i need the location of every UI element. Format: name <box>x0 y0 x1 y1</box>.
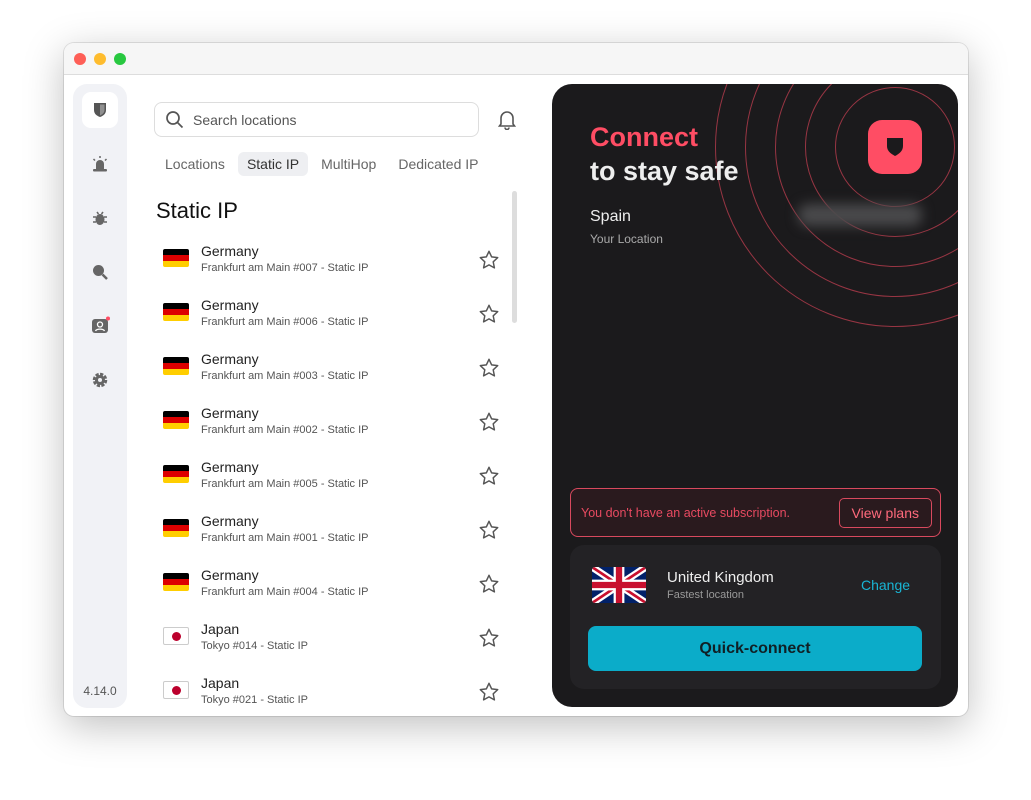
tab-dedicated-ip[interactable]: Dedicated IP <box>389 152 487 176</box>
germany-flag-icon <box>163 519 189 537</box>
list-item[interactable]: Germany Frankfurt am Main #005 - Static … <box>156 455 506 509</box>
favorite-star-icon[interactable] <box>478 411 500 438</box>
favorite-star-icon[interactable] <box>478 465 500 492</box>
server-country: United Kingdom <box>667 569 774 586</box>
favorite-star-icon[interactable] <box>478 519 500 546</box>
tab-locations[interactable]: Locations <box>156 152 234 176</box>
sidebar: 4.14.0 <box>73 84 127 708</box>
current-location-label: Your Location <box>590 232 663 246</box>
server-name: Tokyo #014 - Static IP <box>201 640 308 652</box>
germany-flag-icon <box>163 465 189 483</box>
country-name: Japan <box>201 621 240 637</box>
list-scrollbar[interactable] <box>512 191 517 323</box>
change-location-button[interactable]: Change <box>861 577 910 593</box>
server-name: Frankfurt am Main #003 - Static IP <box>201 370 369 382</box>
search-input[interactable]: Search locations <box>154 102 479 137</box>
server-subtitle: Fastest location <box>667 589 745 601</box>
title-bar <box>64 43 968 75</box>
minimize-button[interactable] <box>94 53 106 65</box>
list-item[interactable]: Germany Frankfurt am Main #007 - Static … <box>156 239 506 293</box>
uk-flag-icon <box>592 567 646 603</box>
sidebar-item-search[interactable] <box>82 254 118 290</box>
view-plans-button[interactable]: View plans <box>838 497 932 528</box>
tab-multihop[interactable]: MultiHop <box>312 152 385 176</box>
search-magnify-icon <box>93 265 108 280</box>
sidebar-item-alert[interactable] <box>82 146 118 182</box>
subscription-alert: You don't have an active subscription. V… <box>570 488 941 537</box>
current-location: Spain <box>590 208 631 225</box>
germany-flag-icon <box>163 357 189 375</box>
sidebar-item-account[interactable] <box>82 308 118 344</box>
sidebar-item-settings[interactable] <box>82 362 118 398</box>
server-name: Frankfurt am Main #006 - Static IP <box>201 316 369 328</box>
alert-text: You don't have an active subscription. <box>581 505 791 520</box>
app-version: 4.14.0 <box>83 684 117 698</box>
tab-static-ip[interactable]: Static IP <box>237 152 309 176</box>
japan-flag-icon <box>163 681 189 699</box>
favorite-star-icon[interactable] <box>478 573 500 600</box>
country-name: Germany <box>201 351 259 367</box>
alarm-icon <box>92 156 108 172</box>
server-name: Frankfurt am Main #002 - Static IP <box>201 424 369 436</box>
list-item[interactable]: Germany Frankfurt am Main #002 - Static … <box>156 401 506 455</box>
search-icon <box>166 110 184 128</box>
ip-address-redacted <box>798 204 922 226</box>
germany-flag-icon <box>163 411 189 429</box>
app-logo <box>868 120 922 174</box>
country-name: Japan <box>201 675 240 691</box>
server-name: Frankfurt am Main #004 - Static IP <box>201 586 369 598</box>
country-name: Germany <box>201 243 259 259</box>
list-item[interactable]: Japan Tokyo #014 - Static IP <box>156 617 506 671</box>
notifications-button[interactable] <box>496 108 518 135</box>
favorite-star-icon[interactable] <box>478 303 500 330</box>
server-name: Frankfurt am Main #001 - Static IP <box>201 532 369 544</box>
country-name: Germany <box>201 405 259 421</box>
location-list: Germany Frankfurt am Main #007 - Static … <box>156 239 506 716</box>
account-icon <box>92 316 110 333</box>
connection-panel: Connect to stay safe Spain Your Location… <box>552 84 958 707</box>
shield-icon <box>94 103 106 117</box>
sidebar-item-antivirus[interactable] <box>82 200 118 236</box>
list-item[interactable]: Germany Frankfurt am Main #001 - Static … <box>156 509 506 563</box>
quick-connect-card: United Kingdom Fastest location Change Q… <box>570 545 941 689</box>
germany-flag-icon <box>163 249 189 267</box>
bug-icon <box>93 211 107 225</box>
list-item[interactable]: Japan Tokyo #021 - Static IP <box>156 671 506 716</box>
gear-icon <box>92 372 108 388</box>
app-window: 4.14.0 Search locations Locations Static… <box>64 43 968 716</box>
germany-flag-icon <box>163 303 189 321</box>
bell-icon <box>497 111 517 131</box>
list-item[interactable]: Germany Frankfurt am Main #006 - Static … <box>156 293 506 347</box>
list-title: Static IP <box>156 198 238 223</box>
quick-connect-button[interactable]: Quick-connect <box>588 626 922 671</box>
server-name: Tokyo #021 - Static IP <box>201 694 308 706</box>
favorite-star-icon[interactable] <box>478 357 500 384</box>
close-button[interactable] <box>74 53 86 65</box>
list-item[interactable]: Germany Frankfurt am Main #003 - Static … <box>156 347 506 401</box>
favorite-star-icon[interactable] <box>478 627 500 654</box>
favorite-star-icon[interactable] <box>478 681 500 708</box>
favorite-star-icon[interactable] <box>478 249 500 276</box>
country-name: Germany <box>201 567 259 583</box>
server-name: Frankfurt am Main #007 - Static IP <box>201 262 369 274</box>
japan-flag-icon <box>163 627 189 645</box>
headline: to stay safe <box>590 156 739 186</box>
germany-flag-icon <box>163 573 189 591</box>
shield-icon <box>887 138 903 156</box>
server-name: Frankfurt am Main #005 - Static IP <box>201 478 369 490</box>
country-name: Germany <box>201 297 259 313</box>
zoom-button[interactable] <box>114 53 126 65</box>
search-placeholder: Search locations <box>193 111 297 128</box>
headline-accent: Connect <box>590 122 698 152</box>
sidebar-item-vpn[interactable] <box>82 92 118 128</box>
location-tabs: Locations Static IP MultiHop Dedicated I… <box>156 152 488 176</box>
list-item[interactable]: Germany Frankfurt am Main #004 - Static … <box>156 563 506 617</box>
country-name: Germany <box>201 459 259 475</box>
country-name: Germany <box>201 513 259 529</box>
